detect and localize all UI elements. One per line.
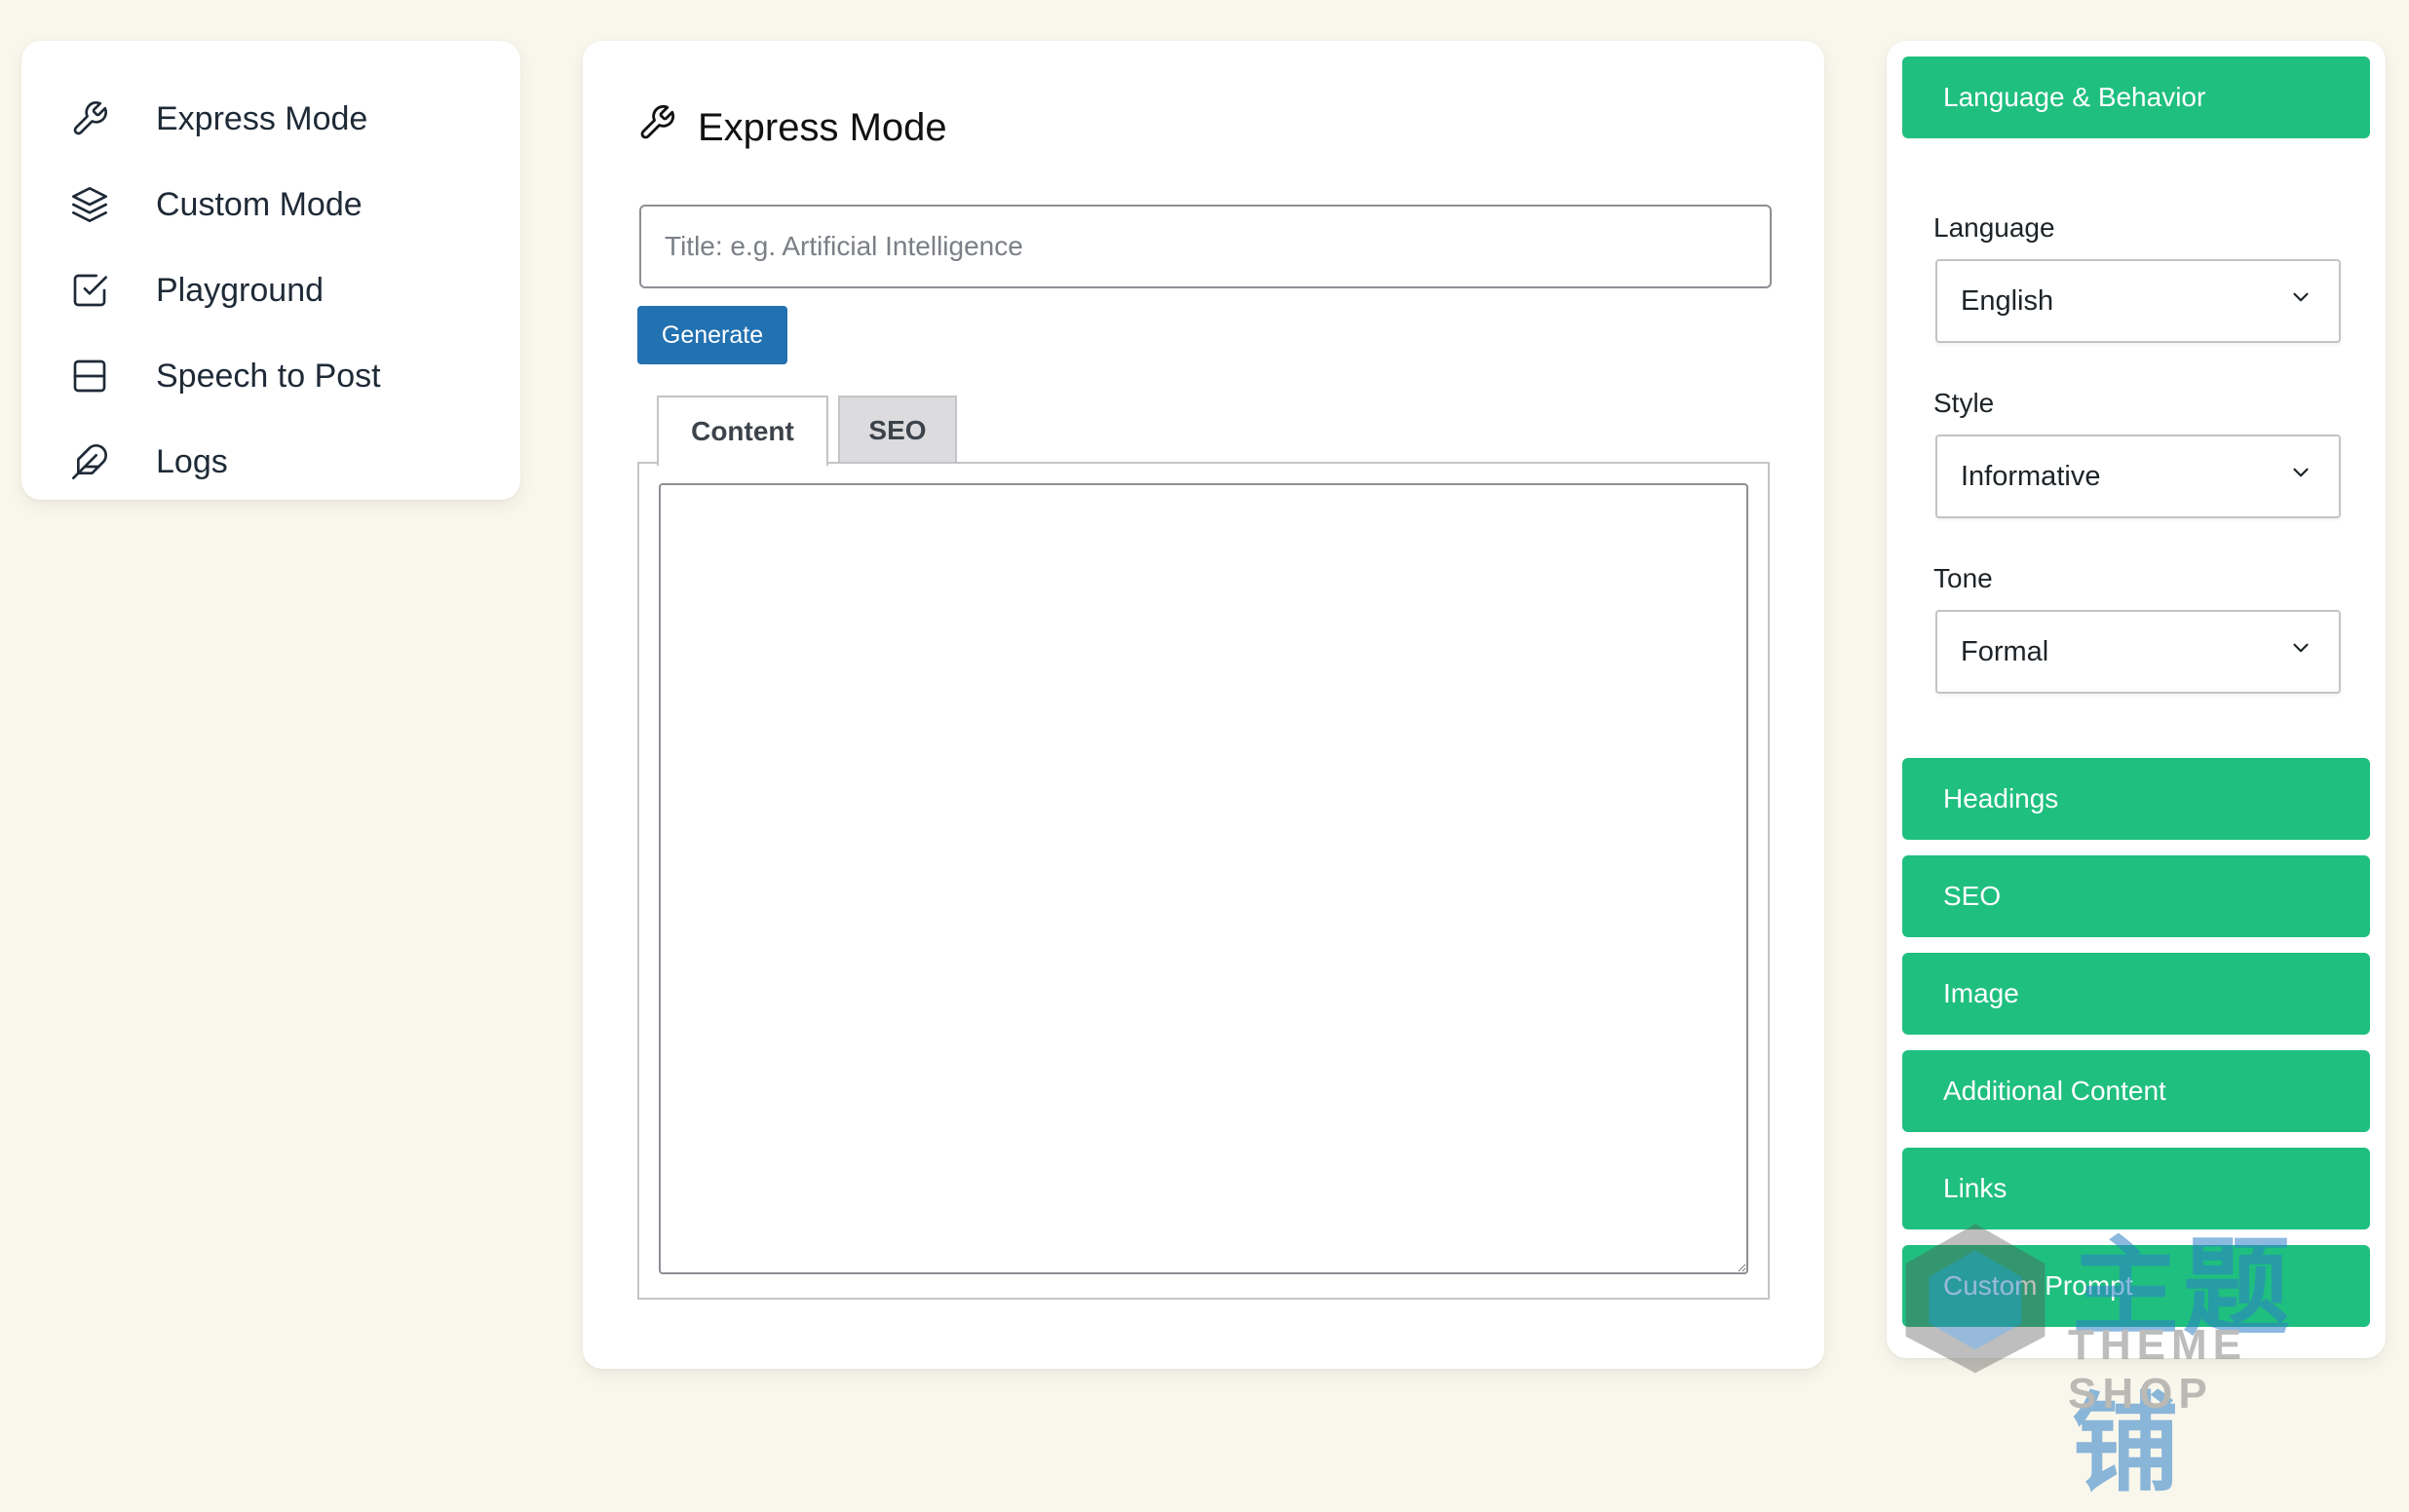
nav-item-playground[interactable]: Playground xyxy=(21,247,520,333)
title-input[interactable] xyxy=(639,205,1772,288)
language-select[interactable]: English xyxy=(1935,259,2341,343)
nav-item-express-mode[interactable]: Express Mode xyxy=(21,76,520,162)
nav-item-speech-to-post[interactable]: Speech to Post xyxy=(21,333,520,419)
section-headings[interactable]: Headings xyxy=(1902,758,2370,840)
content-textarea[interactable] xyxy=(659,483,1748,1274)
nav-item-label: Speech to Post xyxy=(156,357,381,395)
style-label: Style xyxy=(1933,388,1995,418)
feather-icon xyxy=(68,440,111,483)
tab-seo[interactable]: SEO xyxy=(838,396,957,464)
tone-label: Tone xyxy=(1933,563,1993,593)
section-additional-content[interactable]: Additional Content xyxy=(1902,1050,2370,1132)
section-seo[interactable]: SEO xyxy=(1902,855,2370,937)
page-title-text: Express Mode xyxy=(698,105,947,149)
generate-button[interactable]: Generate xyxy=(637,306,787,364)
main-panel: Express Mode Generate Content SEO xyxy=(583,41,1824,1369)
nav-item-label: Custom Mode xyxy=(156,185,363,223)
style-select-value: Informative xyxy=(1961,460,2101,492)
chevron-down-icon xyxy=(2288,284,2313,318)
tab-panel xyxy=(637,462,1770,1300)
nav-item-custom-mode[interactable]: Custom Mode xyxy=(21,162,520,247)
nav-item-label: Express Mode xyxy=(156,99,368,137)
page-title: Express Mode xyxy=(637,103,947,152)
tone-select-value: Formal xyxy=(1961,635,2049,667)
section-image[interactable]: Image xyxy=(1902,953,2370,1035)
style-select[interactable]: Informative xyxy=(1935,435,2341,518)
section-custom-prompt[interactable]: Custom Prompt xyxy=(1902,1245,2370,1327)
tone-select[interactable]: Formal xyxy=(1935,610,2341,694)
nav-item-label: Playground xyxy=(156,271,325,309)
language-label: Language xyxy=(1933,212,2055,243)
tab-content[interactable]: Content xyxy=(657,396,828,466)
nav-item-logs[interactable]: Logs xyxy=(21,419,520,505)
sidebar-nav: Express Mode Custom Mode Playground Spee… xyxy=(21,41,520,500)
wrench-icon xyxy=(68,97,111,140)
checkbox-icon xyxy=(68,269,111,312)
layers-icon xyxy=(68,183,111,226)
settings-sidebar: Language & Behavior Language English Sty… xyxy=(1887,41,2386,1358)
wrench-icon xyxy=(637,103,698,152)
section-language-behavior[interactable]: Language & Behavior xyxy=(1902,57,2370,138)
chevron-down-icon xyxy=(2288,635,2313,668)
section-links[interactable]: Links xyxy=(1902,1148,2370,1229)
chevron-down-icon xyxy=(2288,460,2313,493)
nav-item-label: Logs xyxy=(156,442,228,480)
split-square-icon xyxy=(68,355,111,397)
language-select-value: English xyxy=(1961,284,2054,317)
